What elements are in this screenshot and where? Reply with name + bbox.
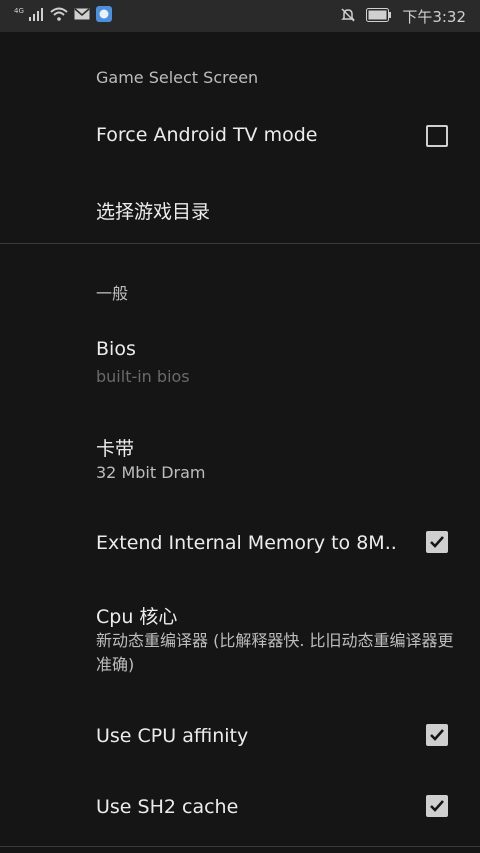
section-header-game-select: Game Select Screen (96, 68, 259, 87)
mute-bell-icon (340, 7, 356, 27)
check-icon (430, 536, 444, 548)
check-icon (430, 729, 444, 741)
check-icon (430, 800, 444, 812)
pref-title: 卡带 (96, 438, 135, 460)
checkbox-cpu-affinity[interactable] (426, 724, 448, 746)
section-header-general: 一般 (96, 284, 129, 303)
pref-cartridge[interactable]: 卡带 32 Mbit Dram (0, 417, 480, 497)
pref-title: Use CPU affinity (96, 725, 249, 747)
pref-title: Extend Internal Memory to 8M.. (96, 532, 397, 554)
section-divider (0, 846, 480, 847)
pref-bios[interactable]: Bios built-in bios (0, 320, 480, 400)
pref-cpu-affinity[interactable]: Use CPU affinity (0, 703, 480, 767)
app-notification-icon (96, 6, 113, 26)
network-label: 4G (14, 7, 24, 15)
checkbox-sh2-cache[interactable] (426, 795, 448, 817)
wifi-icon (50, 7, 69, 25)
pref-cpu-core[interactable]: Cpu 核心 新动态重编译器 (比解释器快. 比旧动态重编译器更准确) (0, 586, 480, 696)
pref-summary: 新动态重编译器 (比解释器快. 比旧动态重编译器更准确) (96, 631, 454, 674)
pref-sh2-cache[interactable]: Use SH2 cache (0, 774, 480, 838)
pref-title: Cpu 核心 (96, 606, 178, 628)
pref-title: Force Android TV mode (96, 124, 318, 146)
pref-summary: 32 Mbit Dram (96, 463, 206, 482)
pref-force-android-tv[interactable]: Force Android TV mode (0, 104, 480, 170)
clock: 下午3:32 (402, 8, 466, 26)
checkbox-extend-memory[interactable] (426, 531, 448, 553)
battery-icon (366, 7, 392, 26)
status-bar: 4G 下午3:32 (0, 0, 480, 32)
signal-icon: 4G (14, 7, 44, 25)
pref-title: Use SH2 cache (96, 796, 239, 818)
pref-extend-memory[interactable]: Extend Internal Memory to 8M.. (0, 510, 480, 574)
checkbox-force-android-tv[interactable] (426, 125, 448, 147)
pref-summary: built-in bios (96, 367, 190, 386)
section-divider (0, 243, 480, 244)
pref-title: 选择游戏目录 (96, 201, 211, 223)
pref-select-game-dir[interactable]: 选择游戏目录 (0, 178, 480, 238)
mail-icon (74, 8, 90, 24)
pref-title: Bios (96, 338, 136, 360)
